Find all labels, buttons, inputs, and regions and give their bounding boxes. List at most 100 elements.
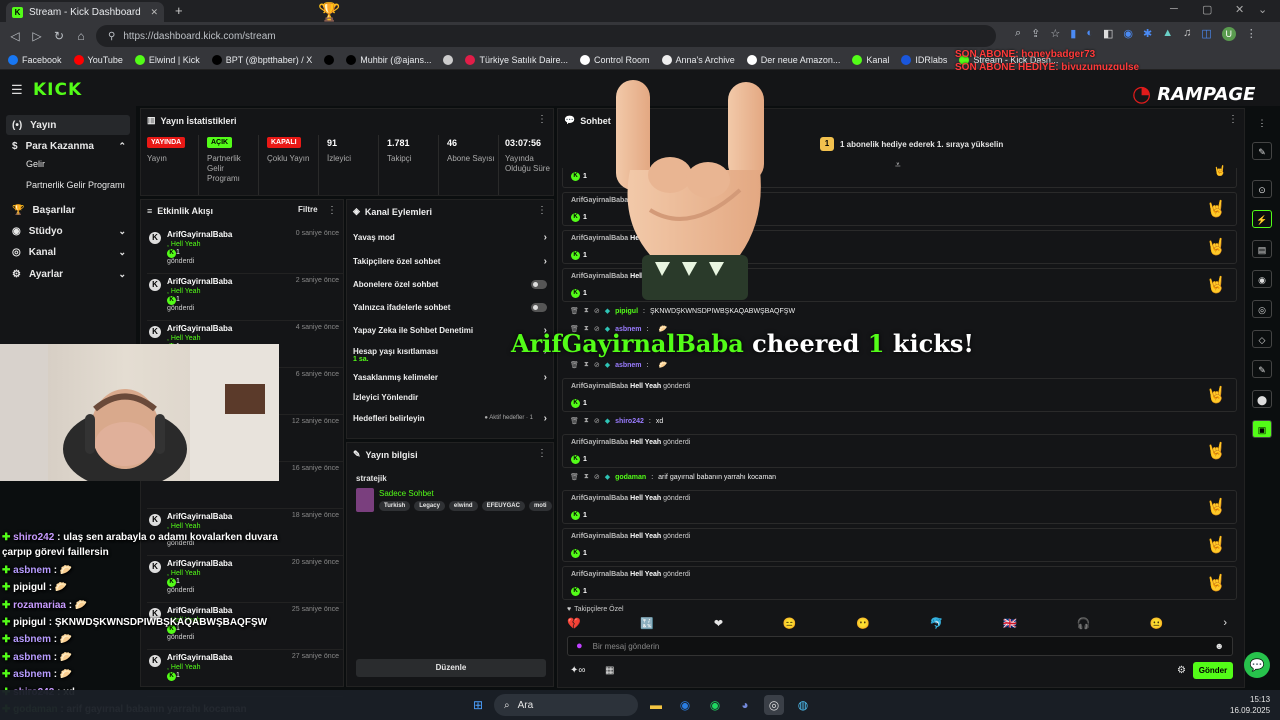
chat-username[interactable]: ArifGayirnalBaba xyxy=(571,383,628,390)
list-icon[interactable]: ▤ xyxy=(1252,240,1272,258)
bookmark-item[interactable]: Control Room xyxy=(579,54,650,65)
extension-icon[interactable]: ♫ xyxy=(1183,27,1191,41)
channel-action-item[interactable]: Hedefleri belirleyin ● Aktif hedefler · 1… xyxy=(353,409,549,427)
channel-action-item[interactable]: Yalnızca ifadelerle sohbet xyxy=(353,298,549,316)
chat-username[interactable]: ArifGayirnalBaba xyxy=(571,533,628,540)
gift-icon[interactable]: ▦ xyxy=(605,665,614,676)
back-icon[interactable]: ◁ xyxy=(4,29,26,43)
share-icon[interactable]: ⇪ xyxy=(1031,27,1040,41)
forward-icon[interactable]: ▷ xyxy=(26,29,48,43)
channel-action-item[interactable]: Yavaş mod › xyxy=(353,228,549,246)
chat-input[interactable]: ● Bir mesaj gönderin ☻ xyxy=(567,636,1233,656)
bookmark-item[interactable] xyxy=(324,54,335,65)
ban-icon[interactable]: ⊘ xyxy=(594,361,600,369)
sidebar-item-4[interactable]: ◎ Kanal ⌄ xyxy=(6,242,130,262)
event-user[interactable]: ArifGayirnalBaba xyxy=(167,653,232,662)
windows-start-icon[interactable]: ⊞ xyxy=(468,695,488,715)
bookmark-item[interactable]: Facebook xyxy=(8,54,62,65)
sidebar-item-1[interactable]: $ Para Kazanma ⌃ xyxy=(6,136,130,156)
event-user[interactable]: ArifGayirnalBaba xyxy=(167,559,232,568)
event-user[interactable]: ArifGayirnalBaba xyxy=(167,606,232,615)
chrome-icon[interactable]: ◍ xyxy=(793,695,813,715)
bolt-icon[interactable]: ⚡ xyxy=(1252,210,1272,228)
box-icon[interactable]: ◇ xyxy=(1252,330,1272,348)
trash-icon[interactable]: 🗑 xyxy=(570,361,579,369)
more-options-icon[interactable]: ⋮ xyxy=(537,205,547,216)
sidebar-item-3[interactable]: ◉ Stüdyo ⌄ xyxy=(6,221,130,241)
extension-icon[interactable]: ◉ xyxy=(1123,27,1133,41)
bookmark-item[interactable]: Anna's Archive xyxy=(661,54,735,65)
tag-chip[interactable]: elwind xyxy=(448,501,478,511)
chat-username[interactable]: godaman xyxy=(615,474,646,481)
menu-icon[interactable]: ⋮ xyxy=(1246,27,1257,41)
channel-action-item[interactable]: İzleyici Yönlendir xyxy=(353,388,549,406)
home-icon[interactable]: ⌂ xyxy=(70,29,92,43)
file-explorer-icon[interactable]: ▬ xyxy=(646,695,666,715)
ban-icon[interactable]: ⊘ xyxy=(594,417,600,425)
reload-icon[interactable]: ↻ xyxy=(48,29,70,43)
obs-icon[interactable]: ◎ xyxy=(764,695,784,715)
mic-icon[interactable]: ● xyxy=(576,640,583,652)
channel-action-item[interactable]: Takipçilere özel sohbet › xyxy=(353,252,549,270)
close-window-icon[interactable]: ✕ xyxy=(1235,3,1244,16)
bookmark-item[interactable]: Kanal xyxy=(852,54,889,65)
extension-icon[interactable]: ▮ xyxy=(1070,27,1076,41)
share-icon[interactable]: ⬤ xyxy=(1252,390,1272,408)
emoji-icon[interactable]: ☻ xyxy=(1215,641,1224,651)
tag-chip[interactable]: Legacy xyxy=(414,501,445,511)
discord-icon[interactable]: ◕ xyxy=(735,695,755,715)
tag-chip[interactable]: EFEUYGAC xyxy=(481,501,525,511)
filter-button[interactable]: Filtre xyxy=(298,205,318,214)
site-info-icon[interactable]: ⚲ xyxy=(108,31,115,42)
timeout-icon[interactable]: ⧗ xyxy=(584,417,589,425)
extension-icon[interactable]: ◐ xyxy=(1086,27,1093,41)
kicks-icon[interactable]: ✦∞ xyxy=(570,665,586,676)
chat-icon[interactable]: ◉ xyxy=(1252,270,1272,288)
sidebar-item-2[interactable]: 🏆 Başarılar xyxy=(6,200,130,220)
radio-icon[interactable]: ◎ xyxy=(1252,300,1272,318)
trash-icon[interactable]: 🗑 xyxy=(570,417,579,425)
new-tab-button[interactable]: + xyxy=(175,3,183,18)
maximize-icon[interactable]: ▢ xyxy=(1202,3,1212,16)
timeout-icon[interactable]: ⧗ xyxy=(584,473,589,481)
ban-icon[interactable]: ⊘ xyxy=(594,307,600,315)
target-icon[interactable]: ⊙ xyxy=(1252,180,1272,198)
emote-icon[interactable]: 🎧 xyxy=(1076,617,1090,630)
sidepanel-icon[interactable]: ◫ xyxy=(1201,27,1211,41)
sidebar-subitem[interactable]: Gelir xyxy=(26,159,45,169)
more-options-icon[interactable]: ⋮ xyxy=(1252,114,1272,132)
bookmark-item[interactable]: Elwind | Kick xyxy=(134,54,200,65)
hamburger-menu-icon[interactable]: ☰ xyxy=(11,82,23,98)
toggle-switch[interactable] xyxy=(531,302,547,312)
more-options-icon[interactable]: ⋮ xyxy=(537,114,547,125)
chevron-right-icon[interactable]: › xyxy=(544,413,547,424)
emote-icon[interactable]: 🔣 xyxy=(640,617,654,630)
timeout-icon[interactable]: ⧗ xyxy=(584,361,589,369)
extension-icon[interactable]: ▲ xyxy=(1162,27,1173,41)
chevron-right-icon[interactable]: › xyxy=(1223,617,1227,630)
bookmark-item[interactable]: IDRlabs xyxy=(901,54,947,65)
emote-icon[interactable]: 😑 xyxy=(783,617,797,630)
chat-username[interactable]: ArifGayirnalBaba xyxy=(571,495,628,502)
sidebar-item-0[interactable]: (•) Yayın xyxy=(6,115,130,135)
chat-username[interactable]: asbnem xyxy=(615,362,641,369)
emote-icon[interactable]: 🐬 xyxy=(930,617,944,630)
emote-icon[interactable]: 😐 xyxy=(1150,617,1164,630)
chevron-right-icon[interactable]: › xyxy=(544,256,547,267)
edge-icon[interactable]: ◉ xyxy=(675,695,695,715)
emote-icon[interactable]: 💔 xyxy=(567,617,581,630)
event-user[interactable]: ArifGayirnalBaba xyxy=(167,512,232,521)
event-user[interactable]: ArifGayirnalBaba xyxy=(167,277,232,286)
channel-action-item[interactable]: Abonelere özel sohbet xyxy=(353,275,549,293)
kick-logo[interactable]: KICK xyxy=(33,80,82,100)
ban-icon[interactable]: ⊘ xyxy=(594,473,600,481)
browser-tab[interactable]: K Stream - Kick Dashboard ✕ xyxy=(6,2,164,22)
chat-username[interactable]: ArifGayirnalBaba xyxy=(571,439,628,446)
bookmark-item[interactable]: BPT (@bptthaber) / X xyxy=(211,54,312,65)
tag-chip[interactable]: moti xyxy=(528,501,552,511)
zoom-icon[interactable]: ⌕ xyxy=(1015,27,1021,41)
bookmark-item[interactable]: Türkiye Satılık Daire... xyxy=(465,54,568,65)
extension-icon[interactable]: ◧ xyxy=(1103,27,1113,41)
sidebar-subitem[interactable]: Partnerlik Gelir Programı xyxy=(26,180,125,190)
star-icon[interactable]: ☆ xyxy=(1050,27,1060,41)
